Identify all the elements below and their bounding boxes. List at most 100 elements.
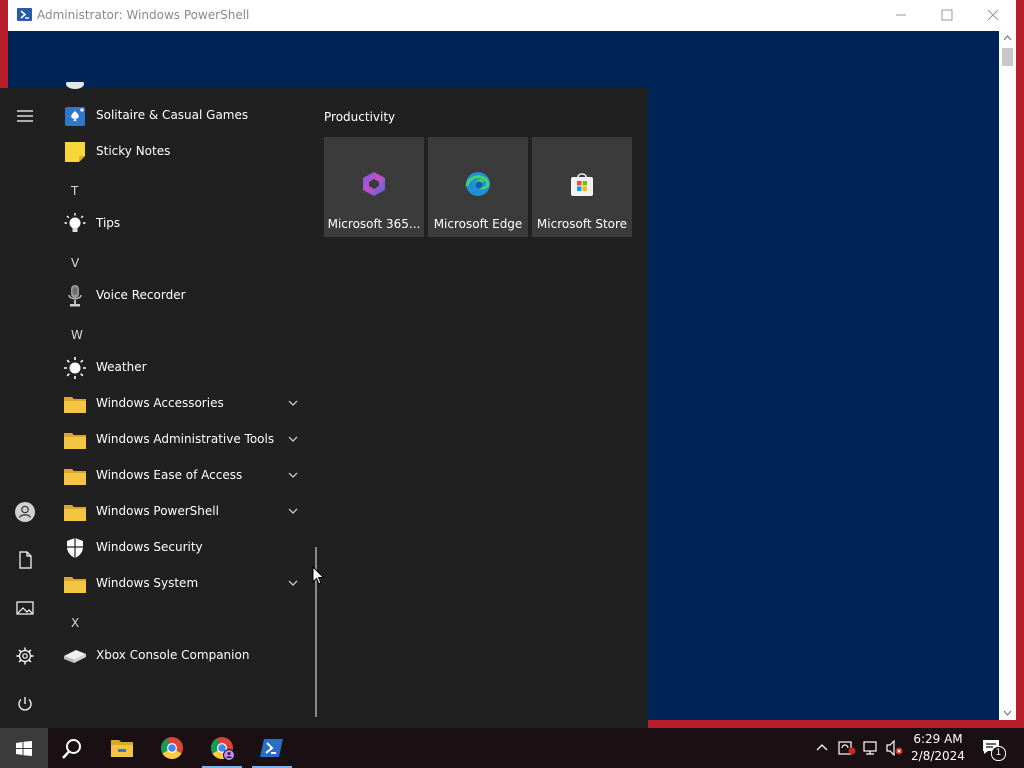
maximize-button[interactable] xyxy=(924,0,970,31)
taskbar-powershell[interactable] xyxy=(248,728,296,768)
chrome-icon xyxy=(161,737,183,759)
taskbar-file-explorer[interactable] xyxy=(98,728,146,768)
app-label: Windows System xyxy=(96,576,199,590)
settings-button[interactable] xyxy=(13,644,37,668)
mouse-cursor-icon xyxy=(312,566,325,585)
action-center-button[interactable]: 1 xyxy=(980,736,1006,761)
app-solitaire[interactable]: Solitaire & Casual Games xyxy=(50,98,310,134)
update-sync-icon[interactable] xyxy=(838,740,856,756)
app-label: Windows Security xyxy=(96,540,203,554)
folder-icon xyxy=(64,397,86,413)
documents-button[interactable] xyxy=(13,548,37,572)
scroll-up-icon[interactable] xyxy=(1003,35,1012,41)
pictures-button[interactable] xyxy=(13,596,37,620)
app-label: Sticky Notes xyxy=(96,144,171,158)
start-menu-rail xyxy=(0,88,50,728)
letter-header-t[interactable]: T xyxy=(71,184,78,198)
app-xbox-console-companion[interactable]: Xbox Console Companion xyxy=(50,638,310,674)
folder-windows-administrative-tools[interactable]: Windows Administrative Tools xyxy=(50,422,310,458)
edge-icon xyxy=(465,172,490,196)
volume-muted-icon[interactable] xyxy=(886,740,904,756)
app-label: Weather xyxy=(96,360,147,374)
taskbar-clock[interactable]: 6:29 AM 2/8/2024 xyxy=(906,731,970,765)
app-label: Solitaire & Casual Games xyxy=(96,108,249,122)
clock-date: 2/8/2024 xyxy=(911,749,965,763)
power-icon xyxy=(18,697,32,711)
app-label: Tips xyxy=(96,216,121,230)
folder-windows-system[interactable]: Windows System xyxy=(50,566,310,602)
minimize-button[interactable] xyxy=(878,0,924,31)
app-label: Voice Recorder xyxy=(96,288,186,302)
windows-logo-icon xyxy=(16,741,32,756)
tips-icon xyxy=(64,213,86,232)
letter-header-w[interactable]: W xyxy=(71,328,83,342)
sticky-notes-icon xyxy=(65,142,85,162)
store-icon xyxy=(571,173,593,196)
app-windows-security[interactable]: Windows Security xyxy=(50,530,310,566)
expand-menu-button[interactable] xyxy=(13,104,37,128)
chevron-down-icon xyxy=(288,400,298,406)
close-icon xyxy=(987,9,999,21)
folder-icon xyxy=(64,505,86,521)
documents-icon xyxy=(19,551,32,569)
clock-time: 6:29 AM xyxy=(913,732,963,746)
user-account-button[interactable] xyxy=(13,500,37,524)
chrome-profile-icon xyxy=(211,737,235,761)
voice-recorder-icon xyxy=(68,285,82,307)
tile-label: Microsoft 365... xyxy=(327,217,421,231)
powershell-title-icon xyxy=(17,8,32,21)
app-voice-recorder[interactable]: Voice Recorder xyxy=(50,278,310,314)
solitaire-icon xyxy=(65,107,85,126)
scroll-down-icon[interactable] xyxy=(1003,710,1012,716)
folder-icon xyxy=(64,469,86,485)
folder-windows-ease-of-access[interactable]: Windows Ease of Access xyxy=(50,458,310,494)
search-icon xyxy=(62,739,81,759)
app-label: Xbox Console Companion xyxy=(96,648,250,662)
folder-windows-powershell[interactable]: Windows PowerShell xyxy=(50,494,310,530)
xbox-console-icon xyxy=(64,650,86,663)
all-apps-list[interactable]: Solitaire & Casual Games Sticky Notes T … xyxy=(50,82,310,728)
network-icon[interactable] xyxy=(862,740,880,756)
app-weather[interactable]: Weather xyxy=(50,350,310,386)
console-scrollbar[interactable] xyxy=(999,31,1016,720)
pictures-icon xyxy=(16,601,34,615)
taskbar: 6:29 AM 2/8/2024 1 xyxy=(0,728,1024,768)
chevron-down-icon xyxy=(288,436,298,442)
hamburger-menu-icon xyxy=(17,110,33,122)
folder-icon xyxy=(64,433,86,449)
window-titlebar[interactable]: Administrator: Windows PowerShell xyxy=(8,0,1016,31)
minimize-icon xyxy=(896,14,906,16)
settings-gear-icon xyxy=(16,647,34,665)
tile-microsoft-edge[interactable]: Microsoft Edge xyxy=(428,137,528,237)
tile-label: Microsoft Edge xyxy=(433,217,523,231)
tile-microsoft-365[interactable]: Microsoft 365... xyxy=(324,137,424,237)
microsoft-365-icon xyxy=(363,172,385,196)
partial-app-icon xyxy=(66,82,84,89)
chevron-down-icon xyxy=(288,508,298,514)
power-button[interactable] xyxy=(13,692,37,716)
letter-header-v[interactable]: V xyxy=(71,256,79,270)
taskbar-search-button[interactable] xyxy=(48,728,96,768)
scrollbar-thumb[interactable] xyxy=(1002,48,1013,66)
tile-group-title[interactable]: Productivity xyxy=(324,110,395,124)
taskbar-chrome[interactable] xyxy=(148,728,196,768)
app-sticky-notes[interactable]: Sticky Notes xyxy=(50,134,310,170)
app-label: Windows Administrative Tools xyxy=(96,432,275,446)
maximize-icon xyxy=(941,9,953,21)
start-button[interactable] xyxy=(0,728,48,768)
folder-windows-accessories[interactable]: Windows Accessories xyxy=(50,386,310,422)
window-title: Administrator: Windows PowerShell xyxy=(37,8,250,22)
close-button[interactable] xyxy=(970,0,1016,31)
app-label: Windows PowerShell xyxy=(96,504,219,518)
letter-header-x[interactable]: X xyxy=(71,616,79,630)
taskbar-chrome-profile[interactable] xyxy=(198,728,246,768)
chevron-down-icon xyxy=(288,472,298,478)
file-explorer-icon xyxy=(111,740,133,757)
app-tips[interactable]: Tips xyxy=(50,206,310,242)
start-menu: Solitaire & Casual Games Sticky Notes T … xyxy=(0,82,648,728)
chevron-down-icon xyxy=(288,580,298,586)
user-icon xyxy=(15,502,35,522)
tile-microsoft-store[interactable]: Microsoft Store xyxy=(532,137,632,237)
show-hidden-icons-chevron-up-icon[interactable] xyxy=(816,743,828,751)
app-label: Windows Accessories xyxy=(96,396,224,410)
